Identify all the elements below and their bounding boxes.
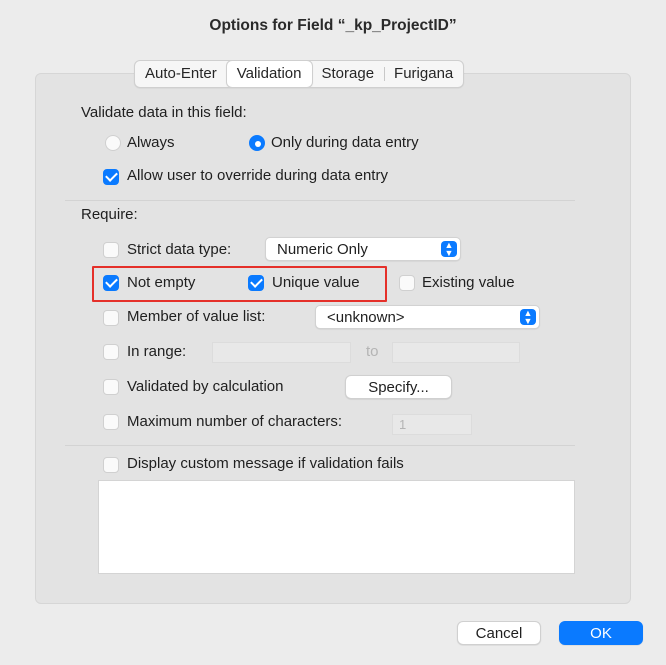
unique-value-checkbox[interactable]: [248, 275, 264, 291]
dialog-title: Options for Field “_kp_ProjectID”: [209, 17, 457, 34]
tab-auto-enter[interactable]: Auto-Enter: [135, 61, 227, 87]
max-chars-value: 1: [399, 417, 407, 432]
always-label[interactable]: Always: [127, 134, 175, 151]
value-list-select[interactable]: <unknown> ▲ ▼: [315, 305, 540, 329]
member-value-list-checkbox[interactable]: [103, 310, 119, 326]
allow-override-label[interactable]: Allow user to override during data entry: [127, 167, 388, 184]
ok-button[interactable]: OK: [559, 621, 643, 645]
chevron-updown-icon: ▲ ▼: [520, 309, 536, 326]
range-to-field: [392, 342, 520, 363]
existing-value-label[interactable]: Existing value: [422, 274, 515, 291]
strict-type-value: Numeric Only: [277, 241, 368, 258]
max-chars-field: 1: [392, 414, 472, 435]
range-to-label: to: [366, 343, 379, 360]
validate-heading: Validate data in this field:: [81, 104, 247, 121]
strict-type-select[interactable]: Numeric Only ▲ ▼: [265, 237, 461, 261]
divider: [65, 445, 575, 446]
data-entry-label[interactable]: Only during data entry: [271, 134, 419, 151]
validated-calc-label[interactable]: Validated by calculation: [127, 378, 284, 395]
value-list-value: <unknown>: [327, 309, 405, 326]
tab-storage[interactable]: Storage: [312, 61, 385, 87]
allow-override-checkbox[interactable]: [103, 169, 119, 185]
not-empty-label[interactable]: Not empty: [127, 274, 195, 291]
not-empty-checkbox[interactable]: [103, 275, 119, 291]
validated-calc-checkbox[interactable]: [103, 379, 119, 395]
chevron-updown-icon: ▲ ▼: [441, 241, 457, 258]
divider: [65, 200, 575, 201]
custom-message-textarea[interactable]: [98, 480, 575, 574]
max-chars-checkbox[interactable]: [103, 414, 119, 430]
existing-value-checkbox[interactable]: [399, 275, 415, 291]
strict-type-checkbox[interactable]: [103, 242, 119, 258]
specify-button[interactable]: Specify...: [345, 375, 452, 399]
cancel-button[interactable]: Cancel: [457, 621, 541, 645]
custom-message-checkbox[interactable]: [103, 457, 119, 473]
range-from-field: [212, 342, 351, 363]
tab-validation[interactable]: Validation: [226, 61, 312, 87]
require-heading: Require:: [81, 206, 138, 223]
data-entry-radio[interactable]: [249, 135, 265, 151]
in-range-label[interactable]: In range:: [127, 343, 186, 360]
always-radio[interactable]: [105, 135, 121, 151]
tab-furigana[interactable]: Furigana: [384, 61, 463, 87]
member-value-list-label[interactable]: Member of value list:: [127, 308, 265, 325]
tab-bar: Auto-Enter Validation Storage Furigana: [134, 60, 465, 88]
in-range-checkbox[interactable]: [103, 344, 119, 360]
unique-value-label[interactable]: Unique value: [272, 274, 360, 291]
strict-type-label[interactable]: Strict data type:: [127, 241, 231, 258]
custom-message-label[interactable]: Display custom message if validation fai…: [127, 455, 404, 472]
max-chars-label[interactable]: Maximum number of characters:: [127, 413, 342, 430]
